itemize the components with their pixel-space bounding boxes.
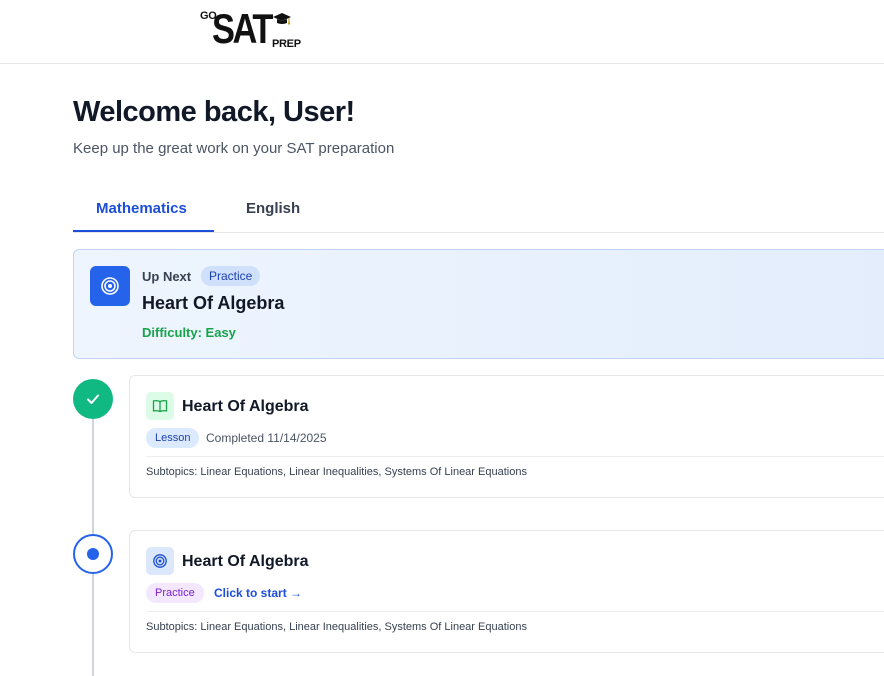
target-icon [101,277,119,295]
lesson-icon-box [146,392,174,420]
target-icon [153,554,167,568]
timeline-node-current [73,534,113,574]
subject-tabs: Mathematics English [73,190,884,233]
subtopics-text: Subtopics: Linear Equations, Linear Ineq… [146,466,527,478]
card-divider [146,456,884,457]
up-next-title: Heart Of Algebra [142,293,285,313]
tab-mathematics[interactable]: Mathematics [96,200,187,217]
page-title: Welcome back, User! [73,96,355,128]
card-title: Heart Of Algebra [182,398,309,415]
graduation-cap-icon [273,13,291,25]
card-divider [146,611,884,612]
up-next-type-badge: Practice [201,266,261,286]
tab-english[interactable]: English [246,200,300,217]
timeline-card-practice[interactable]: Heart Of Algebra Practice Click to start… [129,530,884,653]
top-bar: GO SAT PREP [0,0,884,64]
up-next-card[interactable]: Up Next Practice Heart Of Algebra Diffic… [73,249,884,359]
up-next-difficulty: Difficulty: Easy [142,325,236,340]
active-tab-indicator [73,230,214,232]
logo-prep-text: PREP [272,38,301,50]
timeline-card-lesson[interactable]: Heart Of Algebra Lesson Completed 11/14/… [129,375,884,498]
subtopics-text: Subtopics: Linear Equations, Linear Ineq… [146,621,527,633]
up-next-label: Up Next [142,269,192,284]
click-to-start-link[interactable]: Click to start → [214,586,302,600]
completed-date: Completed 11/14/2025 [206,431,327,445]
logo-sat-text: SAT [212,5,273,52]
timeline-node-completed [73,379,113,419]
card-title: Heart Of Algebra [182,553,309,570]
book-icon [152,399,168,413]
type-badge-lesson: Lesson [146,428,200,448]
practice-icon-box [146,547,174,575]
checkmark-icon [87,394,99,404]
type-badge-practice: Practice [146,583,204,603]
gosatprep-logo[interactable]: GO SAT PREP [200,5,301,55]
up-next-icon-box [90,266,130,306]
page-subtitle: Keep up the great work on your SAT prepa… [73,140,395,157]
current-dot [87,548,99,560]
